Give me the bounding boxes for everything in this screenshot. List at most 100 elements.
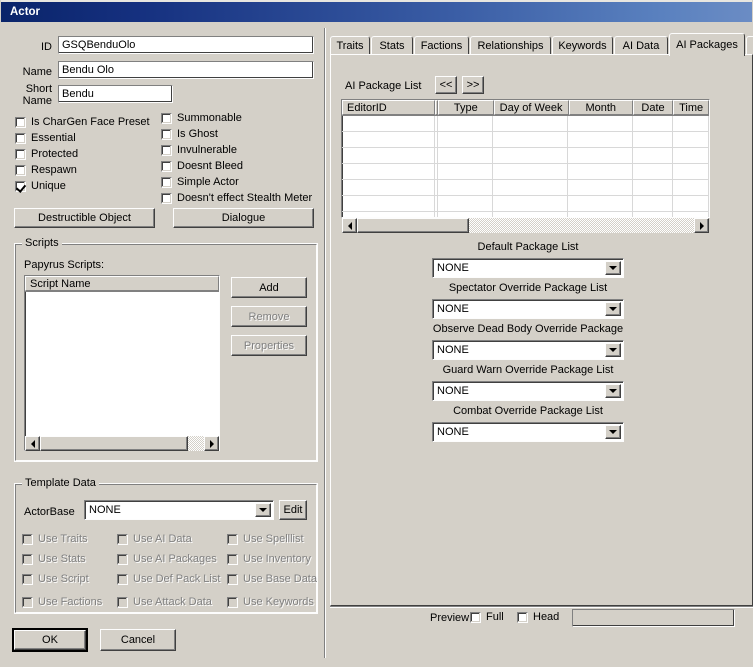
default-package-list-combobox[interactable]: NONE <box>432 258 624 278</box>
script-add-button-label: Add <box>259 281 279 294</box>
tab-traits[interactable]: Traits <box>330 36 370 55</box>
scroll-right-icon[interactable] <box>204 436 219 451</box>
checkbox-preview-head[interactable]: Head <box>517 611 559 623</box>
tab-ai-data[interactable]: AI Data <box>614 36 668 55</box>
scroll-right-icon[interactable] <box>694 218 709 233</box>
chevron-down-icon[interactable] <box>605 343 621 357</box>
column-header-month[interactable]: Month <box>568 100 633 115</box>
short-name-label-line1: Short <box>25 83 52 95</box>
column-header-type[interactable]: Type <box>438 100 494 115</box>
id-label: ID <box>41 41 52 53</box>
ai-package-next-button[interactable]: >> <box>462 76 484 94</box>
table-row[interactable] <box>342 196 709 212</box>
tab-ai-packages[interactable]: AI Packages <box>669 33 745 56</box>
checkbox-label: Use Spelllist <box>243 533 304 545</box>
bottom-separator <box>330 606 753 607</box>
preview-label: Preview <box>430 612 470 624</box>
checkbox-protected[interactable]: Protected <box>15 148 78 160</box>
chevron-down-icon[interactable] <box>605 302 621 316</box>
scroll-track[interactable] <box>357 218 694 233</box>
table-row[interactable] <box>342 180 709 196</box>
checkbox-box <box>22 553 33 565</box>
checkbox-box <box>117 553 128 565</box>
checkbox-is-chargen-face-preset[interactable]: Is CharGen Face Preset <box>15 116 150 128</box>
tab-inventory[interactable]: Invent <box>746 36 753 55</box>
checkbox-box <box>15 164 26 176</box>
guard-warn-override-package-list-combobox[interactable]: NONE <box>432 381 624 401</box>
ok-button[interactable]: OK <box>12 628 88 652</box>
scripts-list-hscrollbar[interactable] <box>25 436 219 451</box>
table-row[interactable] <box>342 132 709 148</box>
cancel-button[interactable]: Cancel <box>100 629 176 651</box>
checkbox-invulnerable[interactable]: Invulnerable <box>161 144 237 156</box>
spectator-override-package-list-combobox[interactable]: NONE <box>432 299 624 319</box>
actor-dialog-window: Actor ID GSQBenduOlo Name Bendu Olo Shor… <box>0 0 753 667</box>
checkbox-is-ghost[interactable]: Is Ghost <box>161 128 218 140</box>
column-header-day-of-week[interactable]: Day of Week <box>493 100 569 115</box>
observe-dead-body-override-package-combobox[interactable]: NONE <box>432 340 624 360</box>
scroll-thumb[interactable] <box>357 218 469 233</box>
checkbox-label: Use Attack Data <box>133 596 212 608</box>
preview-input[interactable] <box>572 609 735 627</box>
scroll-thumb[interactable] <box>40 436 188 451</box>
checkbox-label: Use Stats <box>38 553 86 565</box>
checkbox-respawn[interactable]: Respawn <box>15 164 77 176</box>
checkbox-label: Protected <box>31 148 79 160</box>
column-header-date[interactable]: Date <box>632 100 674 115</box>
ai-package-list-table[interactable]: EditorID Type Day of Week Month Date Tim… <box>341 99 710 218</box>
checkbox-use-spelllist: Use Spelllist <box>227 533 304 545</box>
checkbox-doesnt-effect-stealth-meter[interactable]: Doesn't effect Stealth Meter <box>161 192 312 204</box>
checkbox-label: Summonable <box>177 112 242 124</box>
actorbase-label: ActorBase <box>24 506 75 518</box>
tab-keywords[interactable]: Keywords <box>552 36 613 55</box>
dialogue-button[interactable]: Dialogue <box>173 208 314 228</box>
checkbox-preview-full[interactable]: Full <box>470 611 504 623</box>
checkbox-label: Doesnt Bleed <box>177 160 244 172</box>
checkbox-summonable[interactable]: Summonable <box>161 112 242 124</box>
actorbase-edit-button-label: Edit <box>283 504 303 516</box>
ai-package-prev-button[interactable]: << <box>435 76 457 94</box>
scripts-list-column-script-name[interactable]: Script Name <box>25 276 219 291</box>
id-input[interactable]: GSQBenduOlo <box>58 36 314 54</box>
script-remove-button-label: Remove <box>248 310 290 323</box>
scroll-track[interactable] <box>40 436 204 451</box>
checkbox-essential[interactable]: Essential <box>15 132 76 144</box>
spectator-override-package-list-value: NONE <box>437 303 469 315</box>
tab-factions[interactable]: Factions <box>414 36 469 55</box>
short-name-input[interactable]: Bendu <box>58 85 173 103</box>
combat-override-package-list-combobox[interactable]: NONE <box>432 422 624 442</box>
papyrus-scripts-label: Papyrus Scripts: <box>24 259 105 271</box>
chevron-down-icon[interactable] <box>605 425 621 439</box>
chevron-down-icon[interactable] <box>605 261 621 275</box>
checkbox-box <box>470 611 481 623</box>
table-row[interactable] <box>342 148 709 164</box>
table-row[interactable] <box>342 164 709 180</box>
scroll-left-icon[interactable] <box>25 436 40 451</box>
combat-override-package-list-value: NONE <box>437 426 469 438</box>
checkbox-unique[interactable]: Unique <box>15 180 66 192</box>
ok-button-label: OK <box>14 630 86 650</box>
chevron-down-icon[interactable] <box>255 503 271 517</box>
short-name-input-value: Bendu <box>62 87 94 100</box>
checkbox-doesnt-bleed[interactable]: Doesnt Bleed <box>161 160 243 172</box>
actorbase-combobox[interactable]: NONE <box>84 500 274 520</box>
checkbox-use-script: Use Script <box>22 573 89 585</box>
chevron-down-icon[interactable] <box>605 384 621 398</box>
checkbox-simple-actor[interactable]: Simple Actor <box>161 176 239 188</box>
scripts-list[interactable]: Script Name <box>24 275 220 451</box>
column-header-time[interactable]: Time <box>673 100 709 115</box>
column-header-editorid[interactable]: EditorID <box>342 100 436 115</box>
tab-relationships[interactable]: Relationships <box>470 36 551 55</box>
scroll-left-icon[interactable] <box>342 218 357 233</box>
ai-package-list-hscrollbar[interactable] <box>342 218 709 233</box>
tab-stats[interactable]: Stats <box>371 36 413 55</box>
script-add-button[interactable]: Add <box>231 277 307 298</box>
pane-separator-highlight <box>325 28 326 658</box>
checkbox-use-keywords: Use Keywords <box>227 596 314 608</box>
checkbox-label: Is CharGen Face Preset <box>31 116 150 128</box>
actorbase-edit-button[interactable]: Edit <box>279 500 307 520</box>
name-input[interactable]: Bendu Olo <box>58 61 314 79</box>
destructible-object-button[interactable]: Destructible Object <box>14 208 155 228</box>
table-row[interactable] <box>342 116 709 132</box>
name-input-value: Bendu Olo <box>62 63 114 76</box>
